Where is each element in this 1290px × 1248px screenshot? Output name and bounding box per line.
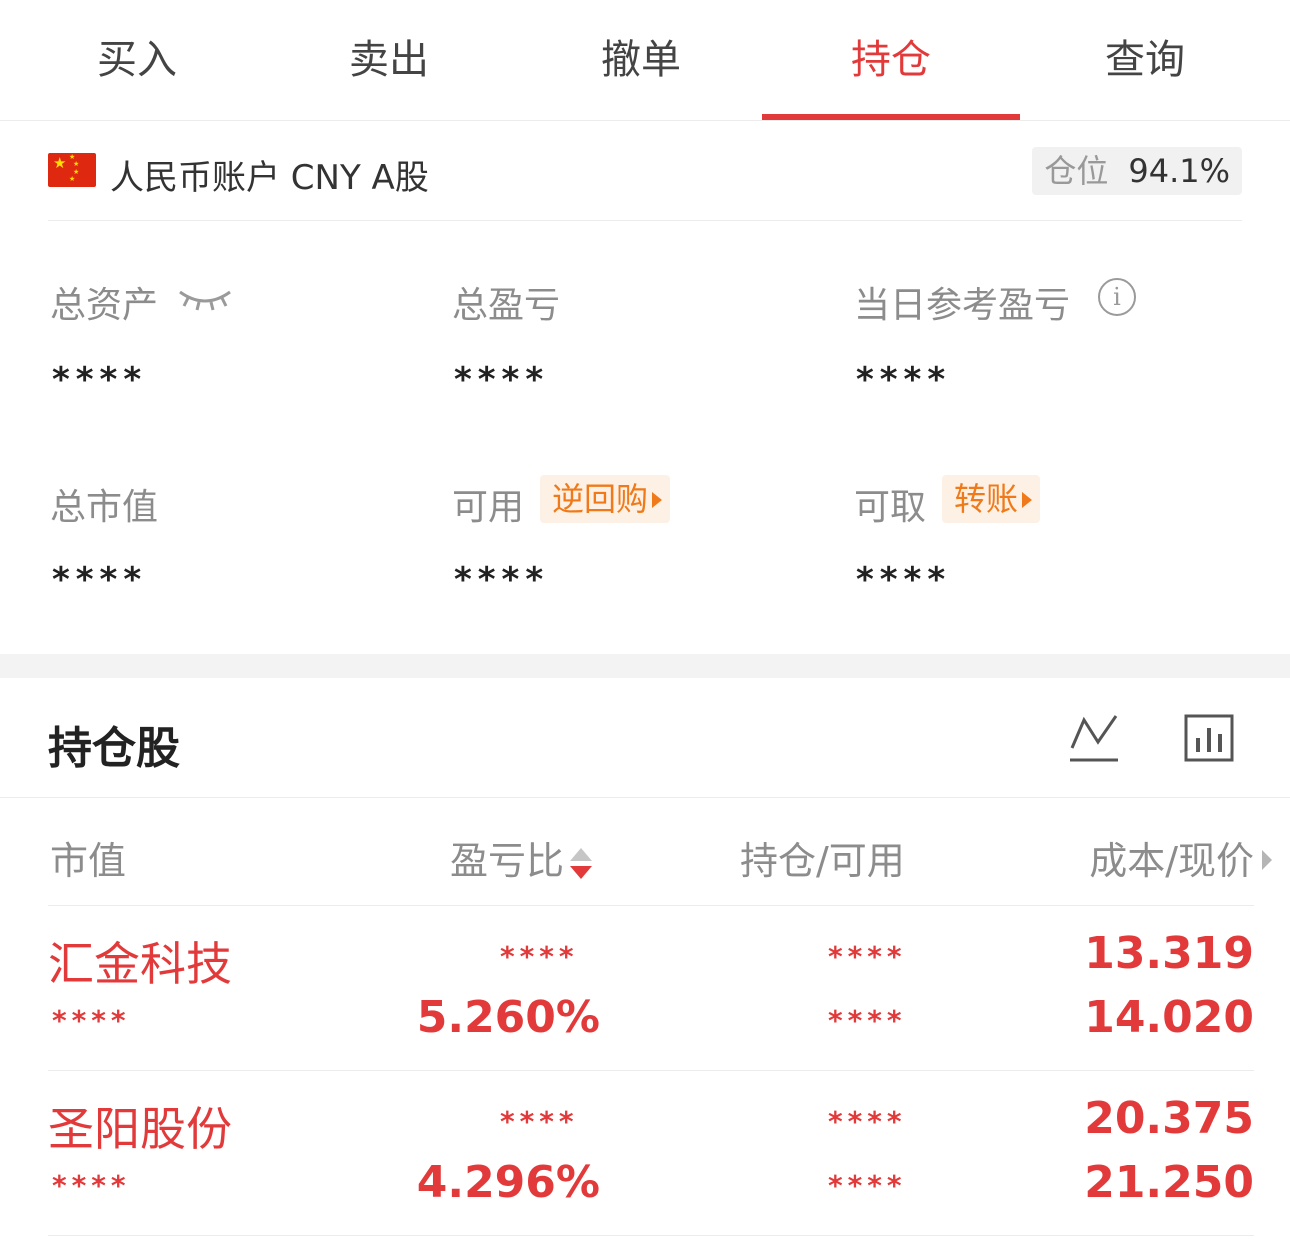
account-row: ★ ★ ★ ★ ★ 人民币账户 CNY A股 仓位 94.1%	[48, 140, 1242, 221]
market-value-cell: ****	[52, 1004, 131, 1037]
tab-buy[interactable]: 买入	[8, 0, 266, 120]
stock-name: 圣阳股份	[48, 1102, 232, 1156]
market-value-cell: ****	[52, 1169, 131, 1202]
active-tab-indicator	[762, 114, 1020, 120]
holdings-title: 持仓股	[48, 723, 180, 774]
hide-eye-icon[interactable]	[176, 284, 234, 312]
position-label: 仓位	[1044, 152, 1109, 190]
pnl-amount-cell: ****	[500, 1105, 579, 1138]
tab-sell[interactable]: 卖出	[260, 0, 518, 120]
available-label: 可用	[452, 487, 525, 528]
column-cost-price-label: 成本/现价	[1089, 839, 1254, 883]
column-pnl-ratio-label: 盈亏比	[450, 839, 565, 883]
total-assets-label: 总资产	[50, 285, 159, 326]
sort-icon	[570, 844, 593, 884]
total-assets-value: ****	[52, 360, 148, 400]
available-cell: ****	[828, 1169, 907, 1202]
tab-cancel-order[interactable]: 撤单	[512, 0, 770, 120]
pnl-ratio-cell: 5.260%	[416, 992, 600, 1043]
china-flag-icon: ★ ★ ★ ★ ★	[48, 153, 96, 187]
position-value: 94.1%	[1128, 152, 1230, 190]
pnl-amount-cell: ****	[500, 940, 579, 973]
available-value: ****	[454, 560, 550, 600]
bar-chart-icon[interactable]	[1184, 714, 1234, 762]
tab-holdings[interactable]: 持仓	[762, 0, 1020, 120]
info-icon[interactable]: i	[1098, 278, 1136, 316]
price-cell: 21.250	[1084, 1157, 1254, 1208]
divider	[48, 1070, 1254, 1071]
cost-cell: 13.319	[1084, 928, 1254, 979]
withdrawable-value: ****	[856, 560, 952, 600]
available-cell: ****	[828, 1004, 907, 1037]
column-position-available[interactable]: 持仓/可用	[740, 830, 905, 885]
position-cell: ****	[828, 940, 907, 973]
withdrawable-label: 可取	[854, 487, 927, 528]
divider	[48, 905, 1254, 906]
divider	[0, 797, 1290, 798]
section-divider	[0, 654, 1290, 678]
stock-name: 汇金科技	[48, 937, 232, 991]
market-value-label: 总市值	[50, 487, 159, 528]
today-pnl-value: ****	[856, 360, 952, 400]
transfer-button[interactable]: 转账	[942, 475, 1041, 523]
line-chart-icon[interactable]	[1068, 712, 1120, 764]
reverse-repo-button[interactable]: 逆回购	[540, 475, 671, 523]
position-ratio-badge: 仓位 94.1%	[1032, 147, 1242, 195]
market-value-value: ****	[52, 560, 148, 600]
column-pnl-ratio[interactable]: 盈亏比	[450, 830, 593, 885]
tab-query[interactable]: 查询	[1016, 0, 1274, 120]
reverse-repo-label: 逆回购	[552, 480, 649, 518]
trade-tab-bar: 买入 卖出 撤单 持仓 查询	[0, 0, 1290, 121]
today-pnl-label: 当日参考盈亏	[854, 285, 1071, 326]
chevron-right-icon	[1262, 850, 1272, 870]
total-pnl-value: ****	[454, 360, 550, 400]
pnl-ratio-cell: 4.296%	[416, 1157, 600, 1208]
column-cost-price[interactable]: 成本/现价	[1089, 830, 1272, 885]
arrow-right-icon	[1022, 492, 1033, 508]
total-pnl-label: 总盈亏	[452, 285, 561, 326]
column-market-value[interactable]: 市值	[50, 830, 126, 885]
arrow-right-icon	[652, 492, 663, 508]
divider	[48, 1235, 1254, 1236]
price-cell: 14.020	[1084, 992, 1254, 1043]
position-cell: ****	[828, 1105, 907, 1138]
cost-cell: 20.375	[1084, 1093, 1254, 1144]
transfer-label: 转账	[954, 480, 1019, 518]
account-name: 人民币账户 CNY A股	[110, 158, 429, 198]
